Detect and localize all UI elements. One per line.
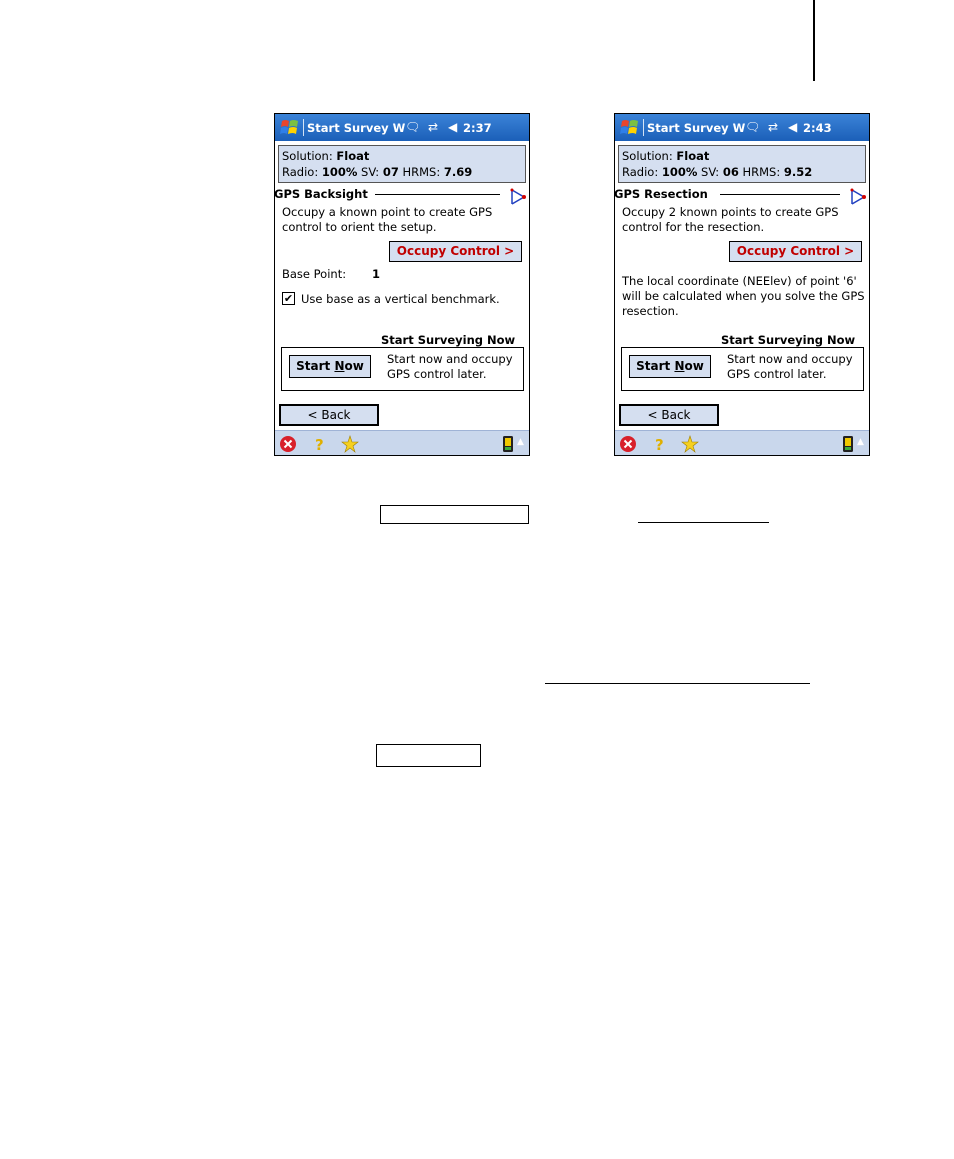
vertical-benchmark-label[interactable]: Use base as a vertical benchmark.	[301, 292, 500, 306]
solution-value: Float	[336, 149, 370, 163]
volume-icon[interactable]: ◀	[788, 120, 797, 134]
gps-status-panel: Solution: Float Radio: 100% SV: 07 HRMS:…	[278, 145, 526, 183]
hrms-label: HRMS:	[402, 165, 441, 179]
windows-start-icon[interactable]	[280, 118, 300, 137]
solution-label: Solution:	[282, 149, 333, 163]
sv-label: SV:	[361, 165, 380, 179]
title-separator	[643, 119, 644, 136]
back-button[interactable]: < Back	[279, 404, 379, 426]
back-button[interactable]: < Back	[619, 404, 719, 426]
scroll-up-icon[interactable]: ▲	[857, 437, 864, 447]
windows-start-icon[interactable]	[620, 118, 640, 137]
window-title: Start Survey W	[647, 121, 746, 135]
page-margin-rule	[813, 0, 815, 81]
underline-placeholder-long	[545, 683, 810, 684]
help-icon[interactable]: ?	[650, 435, 668, 453]
hrms-value: 9.52	[783, 165, 813, 179]
messaging-icon[interactable]: 🗨	[745, 120, 760, 134]
solution-label: Solution:	[622, 149, 673, 163]
device-icon[interactable]	[839, 435, 857, 453]
start-now-button[interactable]: Start Now	[289, 355, 371, 378]
clock-time[interactable]: 2:37	[463, 121, 492, 135]
occupy-control-button[interactable]: Occupy Control >	[729, 241, 862, 262]
device-screen-backsight: Start Survey W 🗨 ⇄ ◀ 2:37 Solution: Floa…	[274, 113, 530, 456]
start-now-description: Start now and occupy GPS control later.	[727, 352, 853, 381]
group-description: Occupy a known point to create GPS contr…	[282, 205, 493, 234]
start-now-hotkey: N	[674, 359, 685, 373]
gps-status-panel: Solution: Float Radio: 100% SV: 06 HRMS:…	[618, 145, 866, 183]
radio-value: 100%	[321, 165, 358, 179]
close-icon[interactable]	[279, 435, 297, 453]
resection-snap-icon[interactable]	[508, 187, 528, 207]
button-placeholder	[376, 744, 481, 767]
sv-label: SV:	[701, 165, 720, 179]
solution-value: Float	[676, 149, 710, 163]
group-title: GPS Backsight	[275, 187, 371, 201]
connectivity-icon[interactable]: ⇄	[768, 120, 778, 134]
close-icon[interactable]	[619, 435, 637, 453]
bottom-bar: ? ▲	[615, 430, 869, 455]
device-screen-resection: Start Survey W 🗨 ⇄ ◀ 2:43 Solution: Floa…	[614, 113, 870, 456]
hrms-value: 7.69	[443, 165, 473, 179]
title-bar: Start Survey W 🗨 ⇄ ◀ 2:43	[615, 114, 869, 141]
vertical-benchmark-checkbox[interactable]: ✔	[282, 292, 295, 305]
device-icon[interactable]	[499, 435, 517, 453]
messaging-icon[interactable]: 🗨	[405, 120, 420, 134]
radio-label: Radio:	[622, 165, 659, 179]
resection-note: The local coordinate (NEElev) of point '…	[622, 274, 865, 318]
scroll-up-icon[interactable]: ▲	[517, 437, 524, 447]
favorites-icon[interactable]	[341, 435, 359, 453]
bottom-bar: ? ▲	[275, 430, 529, 455]
group-rule	[720, 194, 840, 195]
group-rule	[375, 194, 500, 195]
svg-text:?: ?	[655, 436, 664, 453]
sv-value: 07	[382, 165, 399, 179]
start-now-label: Start	[636, 359, 675, 373]
radio-value: 100%	[661, 165, 698, 179]
underline-placeholder	[638, 522, 769, 523]
connectivity-icon[interactable]: ⇄	[428, 120, 438, 134]
clock-time[interactable]: 2:43	[803, 121, 832, 135]
base-point-label: Base Point:	[282, 267, 347, 281]
radio-label: Radio:	[282, 165, 319, 179]
help-icon[interactable]: ?	[310, 435, 328, 453]
sv-value: 06	[722, 165, 739, 179]
occupy-control-button[interactable]: Occupy Control >	[389, 241, 522, 262]
start-surveying-title: Start Surveying Now	[718, 333, 859, 347]
start-now-description: Start now and occupy GPS control later.	[387, 352, 513, 381]
favorites-icon[interactable]	[681, 435, 699, 453]
resection-snap-icon[interactable]	[848, 187, 868, 207]
hrms-label: HRMS:	[742, 165, 781, 179]
title-bar: Start Survey W 🗨 ⇄ ◀ 2:37	[275, 114, 529, 141]
group-title: GPS Resection	[615, 187, 711, 201]
window-title: Start Survey W	[307, 121, 406, 135]
start-surveying-title: Start Surveying Now	[378, 333, 519, 347]
start-now-label-end: ow	[684, 359, 704, 373]
base-point-value: 1	[372, 267, 381, 281]
group-description: Occupy 2 known points to create GPS cont…	[622, 205, 839, 234]
start-now-button[interactable]: Start Now	[629, 355, 711, 378]
start-now-label: Start	[296, 359, 335, 373]
start-now-hotkey: N	[334, 359, 345, 373]
svg-text:?: ?	[315, 436, 324, 453]
text-field-placeholder	[380, 505, 529, 524]
start-now-label-end: ow	[344, 359, 364, 373]
volume-icon[interactable]: ◀	[448, 120, 457, 134]
title-separator	[303, 119, 304, 136]
